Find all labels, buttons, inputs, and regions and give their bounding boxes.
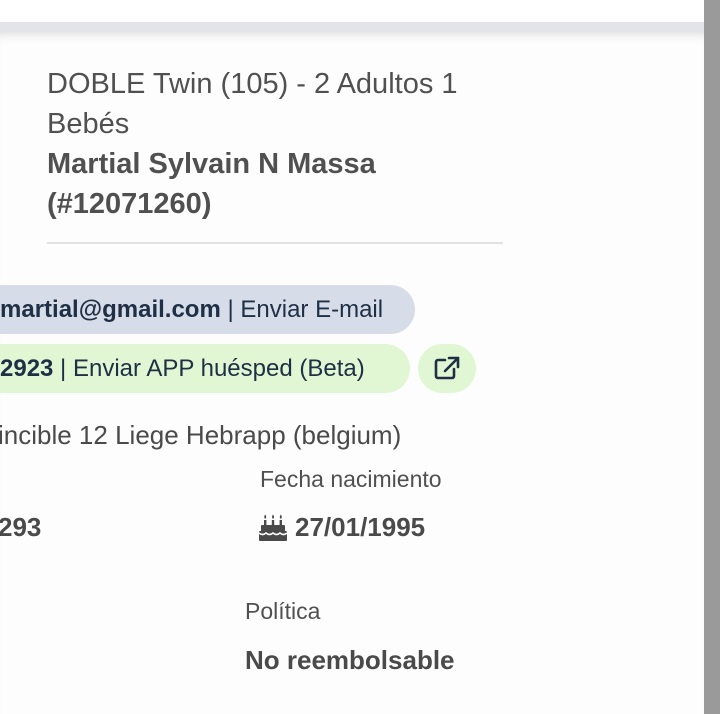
room-title: DOBLE Twin (105) - 2 Adultos 1 Bebés — [47, 68, 458, 140]
scrollbar[interactable] — [704, 0, 720, 714]
guest-name: Martial Sylvain N Massa (#12071260) — [47, 148, 376, 220]
send-email-label: | Enviar E-mail — [220, 296, 384, 323]
birthday-cake-icon — [258, 514, 288, 541]
guest-phone: 2923 — [0, 355, 54, 382]
guest-email: martial@gmail.com — [0, 296, 221, 323]
guest-phone-value: 293 — [0, 512, 42, 542]
top-bar-border — [0, 22, 704, 32]
top-bar — [0, 0, 704, 22]
policy-value: No reembolsable — [245, 645, 455, 675]
birth-date-label: Fecha nacimiento — [260, 466, 442, 492]
policy-label: Política — [245, 598, 321, 624]
send-guest-app-label: | Enviar APP huésped (Beta) — [53, 355, 365, 382]
external-link-icon — [434, 356, 460, 380]
open-external-link-button[interactable] — [418, 344, 476, 393]
page: DOBLE Twin (105) - 2 Adultos 1 Bebés Mar… — [0, 0, 720, 714]
birth-date-value: 27/01/1995 — [295, 512, 426, 542]
divider — [47, 242, 503, 244]
send-guest-app-button[interactable]: 2923 | Enviar APP huésped (Beta) — [0, 344, 410, 393]
send-email-button[interactable]: martial@gmail.com | Enviar E-mail — [0, 285, 415, 334]
guest-address: incible 12 Liege Hebrapp (belgium) — [0, 420, 402, 450]
